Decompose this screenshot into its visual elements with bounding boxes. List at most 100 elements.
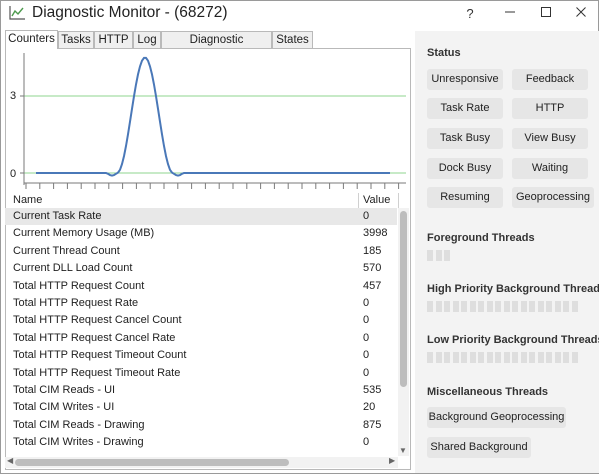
table-row[interactable]: Current DLL Load Count 570 bbox=[5, 260, 397, 277]
thread-slot bbox=[495, 352, 501, 363]
scroll-right-icon[interactable]: ▶ bbox=[389, 456, 395, 465]
thread-slot bbox=[503, 301, 510, 312]
thread-slot bbox=[520, 352, 527, 363]
counter-name: Total HTTP Request Cancel Rate bbox=[13, 331, 176, 344]
status-geoprocessing[interactable]: Geoprocessing bbox=[512, 187, 594, 208]
thread-slot bbox=[469, 352, 476, 363]
table-row[interactable]: Total CIM Reads - Drawing 875 bbox=[5, 417, 397, 434]
status-heading: Status bbox=[427, 47, 461, 59]
tab-diagnostic-properties[interactable]: Diagnostic Properties bbox=[161, 31, 272, 63]
table-row[interactable]: Total CIM Writes - Drawing 0 bbox=[5, 434, 397, 451]
thread-slot bbox=[546, 301, 552, 312]
grid-header: Name Value bbox=[6, 193, 410, 209]
counter-value: 535 bbox=[363, 384, 382, 396]
column-header-value[interactable]: Value bbox=[363, 194, 390, 206]
thread-slot bbox=[512, 301, 518, 312]
thread-slot bbox=[529, 352, 535, 363]
tab-http[interactable]: HTTP bbox=[94, 31, 133, 49]
table-row[interactable]: Total HTTP Request Count 457 bbox=[5, 278, 397, 295]
status-task-rate[interactable]: Task Rate bbox=[427, 98, 503, 119]
counter-value: 3998 bbox=[363, 227, 388, 240]
counter-name: Current Thread Count bbox=[13, 244, 120, 257]
counter-value: 875 bbox=[363, 418, 382, 431]
status-waiting[interactable]: Waiting bbox=[512, 158, 588, 179]
y-tick-label: 3 bbox=[10, 90, 16, 102]
help-button[interactable]: ? bbox=[457, 3, 483, 25]
counter-name: Total HTTP Request Timeout Count bbox=[13, 349, 187, 362]
thread-slot bbox=[452, 301, 459, 312]
tab-log[interactable]: Log bbox=[133, 31, 161, 49]
thread-slot bbox=[435, 301, 442, 312]
thread-slot bbox=[461, 301, 467, 312]
status-task-busy[interactable]: Task Busy bbox=[427, 128, 503, 149]
counter-name: Current DLL Load Count bbox=[13, 262, 133, 275]
table-row[interactable]: Total HTTP Request Timeout Count 0 bbox=[5, 347, 397, 364]
thread-slot bbox=[452, 352, 459, 363]
table-row[interactable]: Current Memory Usage (MB) 3998 bbox=[5, 225, 397, 242]
counter-value: 570 bbox=[363, 262, 382, 275]
status-view-busy[interactable]: View Busy bbox=[512, 128, 588, 149]
vertical-scrollbar[interactable]: ▼ bbox=[398, 208, 409, 456]
thread-slot bbox=[563, 301, 569, 312]
low-priority-threads-heading: Low Priority Background Threads bbox=[427, 334, 599, 346]
background-geoprocessing-button[interactable]: Background Geoprocessing bbox=[427, 407, 566, 428]
column-divider[interactable] bbox=[398, 193, 399, 209]
scrollbar-thumb[interactable] bbox=[15, 459, 289, 466]
tab-states[interactable]: States bbox=[272, 31, 313, 49]
thread-slot bbox=[444, 250, 450, 261]
window-title: Diagnostic Monitor - (68272) bbox=[32, 4, 228, 21]
close-button[interactable] bbox=[568, 3, 594, 25]
thread-slot bbox=[571, 301, 578, 312]
table-row[interactable]: Current Thread Count 185 bbox=[5, 243, 397, 260]
line-chart-icon bbox=[8, 5, 26, 21]
status-http[interactable]: HTTP bbox=[512, 98, 588, 119]
shared-background-button[interactable]: Shared Background bbox=[427, 437, 531, 458]
counter-value: 20 bbox=[363, 401, 376, 414]
table-row[interactable]: Total CIM Reads - UI 535 bbox=[5, 382, 397, 399]
counter-name: Total CIM Writes - UI bbox=[13, 401, 115, 414]
status-dock-busy[interactable]: Dock Busy bbox=[427, 158, 503, 179]
tab-tasks[interactable]: Tasks bbox=[58, 31, 94, 49]
tab-counters[interactable]: Counters bbox=[5, 30, 58, 49]
maximize-icon bbox=[541, 7, 551, 17]
status-resuming[interactable]: Resuming bbox=[427, 187, 503, 208]
table-row[interactable]: Total HTTP Request Rate 0 bbox=[5, 295, 397, 312]
counter-chart-svg: 3 0 bbox=[10, 53, 406, 189]
table-row[interactable]: Total HTTP Request Timeout Rate 0 bbox=[5, 365, 397, 382]
thread-slot bbox=[529, 301, 535, 312]
horizontal-scrollbar[interactable]: ◀ ▶ bbox=[5, 456, 398, 468]
foreground-threads-heading: Foreground Threads bbox=[427, 232, 535, 244]
counter-name: Total CIM Writes - Drawing bbox=[13, 436, 144, 449]
counter-chart: 3 0 bbox=[6, 49, 410, 193]
thread-slot bbox=[512, 352, 518, 363]
status-unresponsive[interactable]: Unresponsive bbox=[427, 69, 503, 90]
scroll-down-icon[interactable]: ▼ bbox=[399, 446, 407, 455]
diagnostic-monitor-window: Diagnostic Monitor - (68272) ? Counters … bbox=[0, 0, 599, 474]
thread-slot bbox=[478, 301, 484, 312]
thread-slot bbox=[444, 352, 450, 363]
maximize-button[interactable] bbox=[533, 3, 559, 25]
table-row[interactable]: Total HTTP Request Cancel Rate 0 bbox=[5, 330, 397, 347]
table-row[interactable]: Current Task Rate 0 bbox=[5, 208, 397, 225]
thread-slot bbox=[486, 352, 493, 363]
thread-slot bbox=[554, 352, 561, 363]
high-priority-threads-heading: High Priority Background Threads bbox=[427, 283, 599, 295]
status-panel: Status Unresponsive Feedback Task Rate H… bbox=[415, 31, 599, 473]
counter-value: 0 bbox=[363, 436, 370, 449]
column-divider[interactable] bbox=[358, 193, 359, 209]
scroll-left-icon[interactable]: ◀ bbox=[7, 456, 13, 465]
table-row[interactable]: Total HTTP Request Cancel Count 0 bbox=[5, 312, 397, 329]
close-icon bbox=[576, 7, 586, 17]
thread-slot bbox=[495, 301, 501, 312]
thread-slot bbox=[571, 352, 578, 363]
column-header-name[interactable]: Name bbox=[13, 194, 42, 206]
y-tick-label: 0 bbox=[10, 168, 16, 180]
thread-slot bbox=[427, 352, 433, 363]
table-row[interactable]: Total CIM Writes - UI 20 bbox=[5, 399, 397, 416]
thread-slot bbox=[461, 352, 467, 363]
scrollbar-thumb[interactable] bbox=[400, 211, 407, 387]
minimize-button[interactable] bbox=[497, 3, 523, 25]
status-feedback[interactable]: Feedback bbox=[512, 69, 588, 90]
thread-slot bbox=[563, 352, 569, 363]
thread-slot bbox=[427, 250, 433, 261]
